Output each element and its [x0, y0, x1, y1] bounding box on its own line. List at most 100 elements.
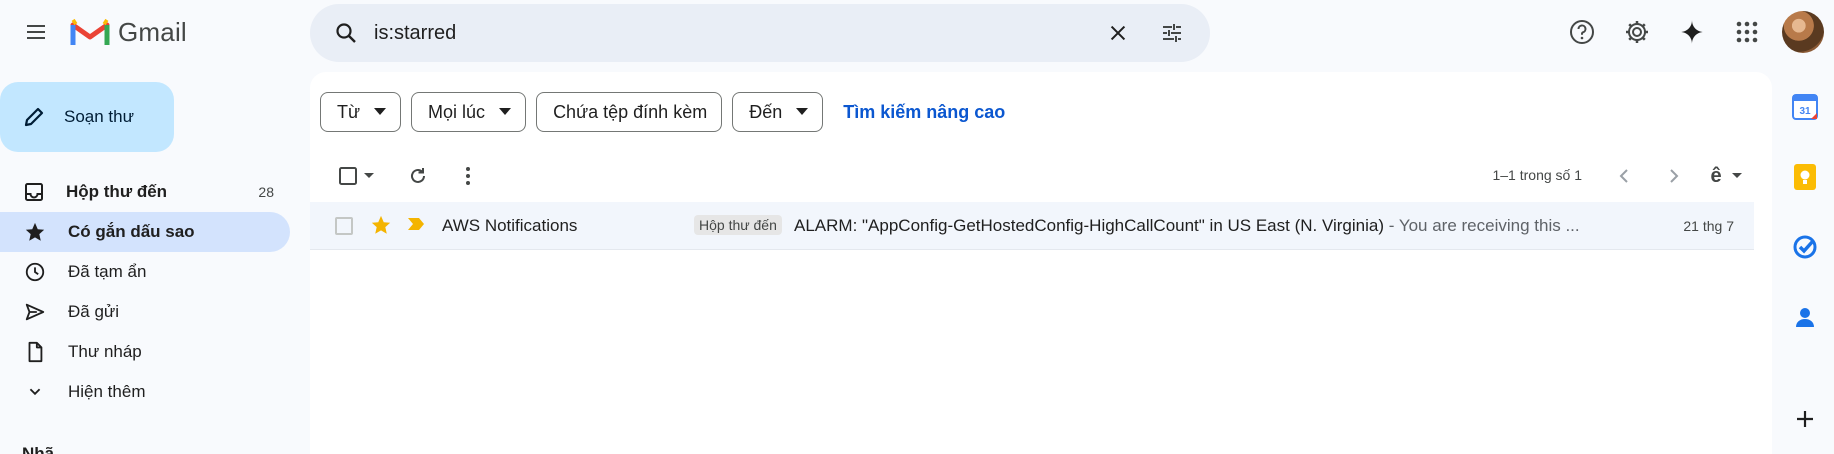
app-name: Gmail [118, 16, 187, 47]
sidebar-item-label: Hộp thư đến [66, 182, 168, 201]
search-bar [310, 4, 1210, 62]
input-tools-button[interactable]: ê [1700, 152, 1752, 200]
compose-label: Soạn thư [64, 107, 134, 126]
sidebar-nav: Hộp thư đến 28 Có gắn dấu sao Đã tạm ẩn … [0, 172, 290, 412]
chevron-down-icon [364, 173, 374, 178]
gear-icon [1626, 21, 1648, 43]
email-label-badge[interactable]: Hộp thư đến [694, 215, 782, 235]
star-filled-icon [25, 222, 45, 241]
calendar-app-button[interactable]: 31 [1788, 90, 1822, 124]
calendar-icon: 31 [1792, 94, 1818, 120]
unread-count: 28 [258, 184, 274, 200]
main-menu-button[interactable] [12, 8, 60, 56]
google-apps-button[interactable] [1723, 8, 1771, 56]
account-avatar[interactable] [1782, 11, 1824, 53]
keep-icon [1794, 164, 1816, 190]
email-subject-line: ALARM: "AppConfig-GetHostedConfig-HighCa… [794, 216, 1624, 236]
more-vert-icon [466, 167, 470, 185]
sidebar-item-sent[interactable]: Đã gửi [0, 292, 290, 332]
chip-label: Từ [337, 101, 361, 122]
sidebar-item-snoozed[interactable]: Đã tạm ẩn [0, 252, 290, 292]
sidebar-item-label: Có gắn dấu sao [68, 222, 195, 241]
settings-button[interactable] [1613, 8, 1661, 56]
refresh-icon [411, 168, 425, 183]
sidebar-item-label: Hiện thêm [68, 382, 146, 401]
refresh-button[interactable] [394, 152, 442, 200]
chevron-down-icon [29, 388, 41, 396]
search-filter-chips: Từ Mọi lúc Chứa tệp đính kèm Đến Tìm kiế… [320, 92, 1005, 132]
star-icon[interactable] [370, 214, 392, 236]
get-addons-button[interactable] [1788, 402, 1822, 436]
tasks-icon [1793, 235, 1817, 259]
filter-chip-any-time[interactable]: Mọi lúc [411, 92, 527, 132]
search-input[interactable] [374, 13, 1094, 53]
sidebar-item-more[interactable]: Hiện thêm [0, 372, 290, 412]
contacts-app-button[interactable] [1788, 300, 1822, 334]
sidebar-item-label: Thư nháp [68, 342, 142, 361]
newer-page-button[interactable] [1604, 152, 1644, 200]
main-panel: Từ Mọi lúc Chứa tệp đính kèm Đến Tìm kiế… [310, 72, 1772, 454]
draft-file-icon [28, 341, 43, 363]
chip-label: Mọi lúc [428, 101, 486, 122]
pencil-icon [24, 107, 44, 127]
sidebar-item-label: Đã gửi [68, 302, 120, 321]
apps-grid-icon [1736, 21, 1758, 43]
chevron-right-icon [1670, 169, 1679, 183]
help-icon [1570, 20, 1594, 44]
dropdown-caret-icon [499, 108, 512, 115]
clear-search-button[interactable] [1094, 9, 1142, 57]
inbox-icon [25, 183, 43, 201]
dropdown-caret-icon [796, 108, 809, 115]
sidebar-item-drafts[interactable]: Thư nháp [0, 332, 290, 372]
sidebar-item-starred[interactable]: Có gắn dấu sao [0, 212, 290, 252]
chevron-left-icon [1619, 169, 1628, 183]
list-toolbar: 1–1 trong số 1 ê [310, 152, 1772, 200]
input-tools-glyph: ê [1710, 164, 1722, 187]
support-button[interactable] [1558, 8, 1606, 56]
more-actions-button[interactable] [444, 152, 492, 200]
calendar-day: 31 [1799, 106, 1811, 117]
close-icon [1110, 25, 1126, 41]
filter-chip-from[interactable]: Từ [320, 92, 402, 132]
chip-label: Chứa tệp đính kèm [553, 101, 708, 122]
email-row[interactable]: AWS Notifications Hộp thư đến ALARM: "Ap… [310, 202, 1754, 250]
gmail-m-icon [70, 18, 110, 45]
search-options-button[interactable] [1148, 9, 1196, 57]
search-button[interactable] [318, 4, 374, 62]
top-right-controls [1558, 8, 1834, 56]
row-checkbox[interactable] [335, 217, 353, 235]
contacts-icon [1796, 308, 1814, 327]
importance-marker-icon[interactable] [406, 216, 426, 232]
keep-app-button[interactable] [1788, 160, 1822, 194]
compose-button[interactable]: Soạn thư [0, 82, 174, 152]
filter-chip-has-attachment[interactable]: Chứa tệp đính kèm [536, 92, 723, 132]
labels-section-heading: Nhã [22, 444, 55, 454]
email-sender: AWS Notifications [442, 216, 578, 235]
email-subject: ALARM: "AppConfig-GetHostedConfig-HighCa… [794, 216, 1385, 235]
add-icon [1797, 411, 1813, 427]
search-icon [336, 23, 356, 43]
email-snippet: - You are receiving this ... [1384, 216, 1580, 235]
clock-icon [25, 262, 45, 282]
filter-chip-to[interactable]: Đến [732, 92, 824, 132]
email-date: 21 thg 7 [1683, 218, 1734, 234]
pagination-count: 1–1 trong số 1 [1492, 167, 1582, 183]
tune-icon [1163, 24, 1181, 42]
hamburger-icon [27, 25, 45, 39]
select-all-button[interactable] [332, 152, 380, 200]
advanced-search-link[interactable]: Tìm kiếm nâng cao [843, 102, 1005, 123]
older-page-button[interactable] [1654, 152, 1694, 200]
sidebar-item-label: Đã tạm ẩn [68, 262, 147, 281]
tasks-app-button[interactable] [1788, 230, 1822, 264]
dropdown-caret-icon [374, 108, 387, 115]
gmail-logo[interactable]: Gmail [70, 14, 187, 50]
send-icon [25, 303, 45, 321]
side-panel: 31 [1778, 72, 1834, 454]
chip-label: Đến [749, 101, 783, 122]
sidebar-item-inbox[interactable]: Hộp thư đến 28 [0, 172, 290, 212]
sparkle-icon [1680, 20, 1704, 44]
checkbox-icon [339, 167, 357, 185]
dropdown-caret-icon [1731, 173, 1742, 178]
gemini-button[interactable] [1668, 8, 1716, 56]
top-bar: Gmail [0, 0, 1834, 64]
